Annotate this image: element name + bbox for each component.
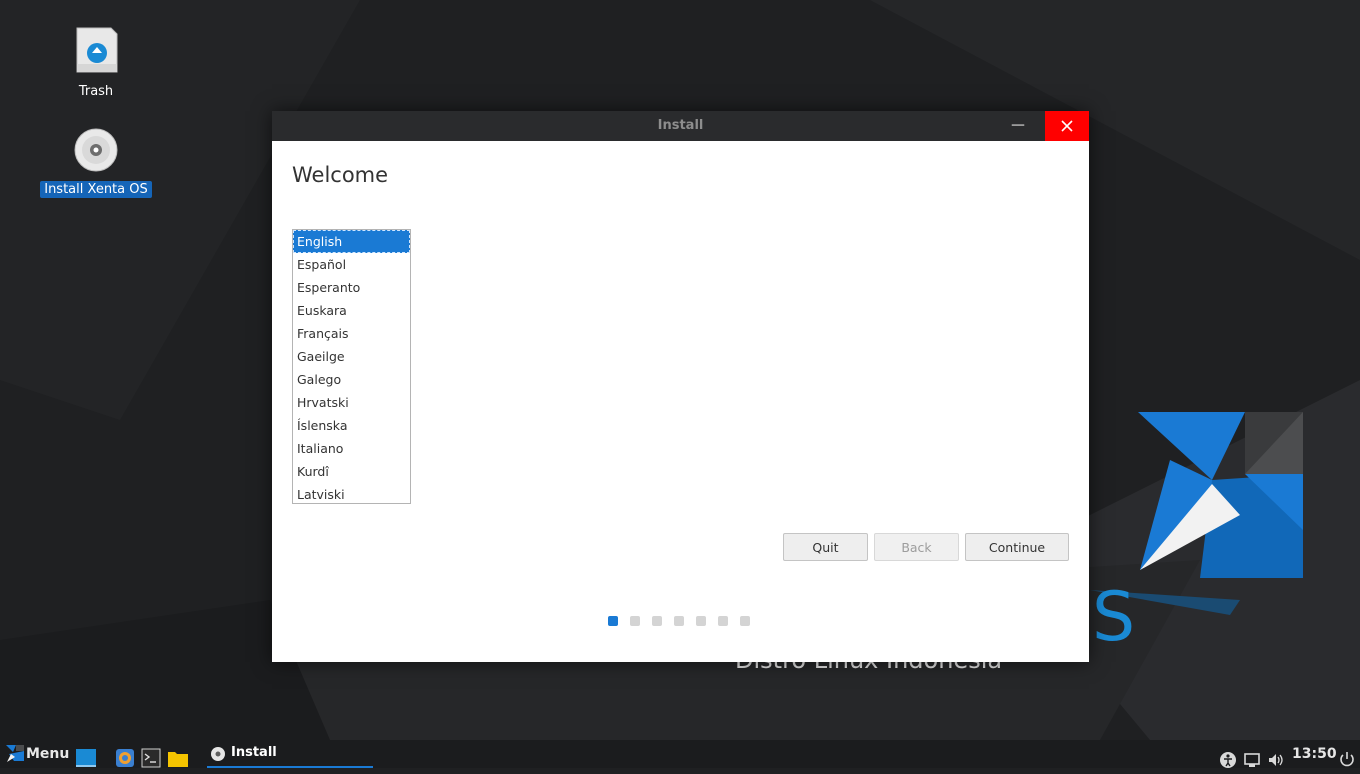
minimize-button[interactable]: —	[1003, 111, 1033, 141]
language-list[interactable]: English Español Esperanto Euskara França…	[292, 229, 411, 504]
step-dot	[674, 616, 684, 626]
language-item[interactable]: Esperanto	[293, 276, 410, 299]
step-dot	[608, 616, 618, 626]
language-item[interactable]: Kurdî	[293, 460, 410, 483]
window-titlebar[interactable]: Install —	[272, 111, 1089, 141]
language-item[interactable]: Español	[293, 253, 410, 276]
wallpaper-s-glyph: S	[1092, 578, 1135, 657]
language-item[interactable]: Latviski	[293, 483, 410, 503]
installer-window: Install — Welcome English Español Espera…	[272, 111, 1089, 662]
desktop-icon-trash[interactable]: Trash	[36, 26, 156, 100]
cd-disc-icon	[211, 747, 225, 761]
step-indicator	[608, 616, 750, 626]
desktop-icon-install-xenta[interactable]: Install Xenta OS	[36, 128, 156, 198]
step-dot	[652, 616, 662, 626]
trash-icon	[76, 27, 118, 73]
desktop-icon-label: Install Xenta OS	[40, 181, 152, 198]
close-button[interactable]	[1045, 111, 1089, 141]
accessibility-icon[interactable]	[1219, 746, 1237, 774]
step-dot	[630, 616, 640, 626]
taskbar-task-install[interactable]: Install	[207, 740, 373, 768]
power-icon[interactable]	[1338, 745, 1356, 773]
language-item[interactable]: Galego	[293, 368, 410, 391]
volume-icon[interactable]	[1267, 746, 1285, 774]
language-item[interactable]: Français	[293, 322, 410, 345]
desktop-icon-label: Trash	[78, 84, 114, 99]
menu-button[interactable]: Menu	[4, 740, 70, 768]
step-dot	[718, 616, 728, 626]
task-label: Install	[231, 745, 277, 760]
language-item[interactable]: Gaeilge	[293, 345, 410, 368]
language-item[interactable]: English	[293, 230, 410, 253]
xenta-logo	[1138, 412, 1303, 578]
language-item[interactable]: Íslenska	[293, 414, 410, 437]
step-dot	[740, 616, 750, 626]
cd-disc-icon	[74, 128, 118, 172]
continue-button[interactable]: Continue	[965, 533, 1069, 561]
page-title: Welcome	[292, 163, 389, 187]
clock[interactable]: 13:50	[1292, 740, 1337, 768]
close-icon	[1061, 120, 1073, 132]
language-item[interactable]: Italiano	[293, 437, 410, 460]
network-icon[interactable]	[1243, 746, 1261, 774]
language-item[interactable]: Euskara	[293, 299, 410, 322]
taskbar: Menu Install 13:50	[0, 740, 1360, 768]
language-item[interactable]: Hrvatski	[293, 391, 410, 414]
xenta-menu-icon	[6, 745, 24, 762]
quit-button[interactable]: Quit	[783, 533, 868, 561]
back-button[interactable]: Back	[874, 533, 959, 561]
step-dot	[696, 616, 706, 626]
window-title: Install	[657, 118, 704, 133]
menu-label: Menu	[26, 746, 70, 762]
